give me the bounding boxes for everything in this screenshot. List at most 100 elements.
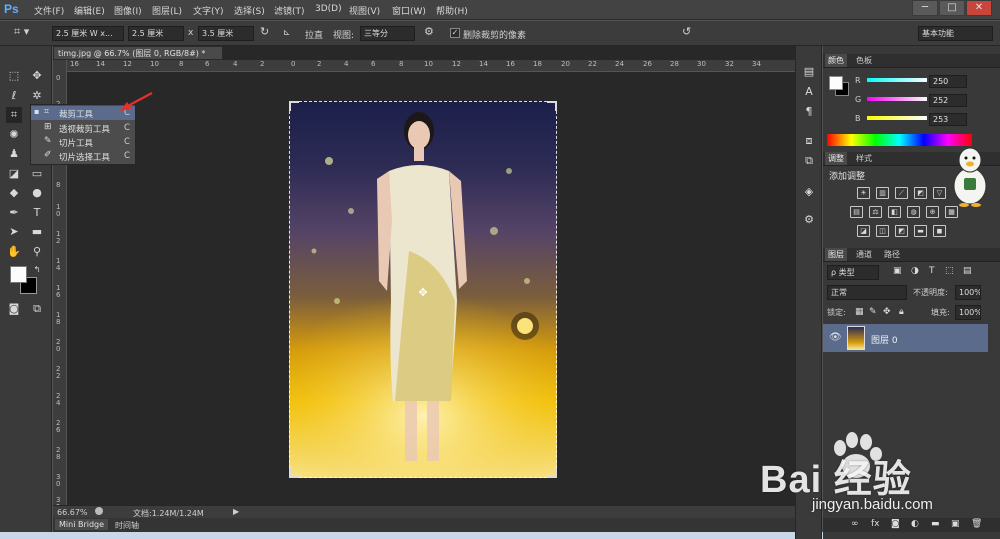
posterize-icon[interactable]: ◫ (876, 225, 889, 237)
lock-all-icon[interactable]: 🔒︎ (899, 307, 904, 317)
eraser-tool-icon[interactable]: ◪ (6, 166, 22, 182)
crop-height-input[interactable]: 3.5 厘米 (198, 26, 254, 41)
screen-mode-icon[interactable]: ⧉ (29, 301, 45, 317)
crop-handle[interactable] (547, 101, 557, 111)
menu-layer[interactable]: 图层(L) (152, 4, 182, 17)
foreground-color-swatch[interactable] (10, 266, 27, 283)
threshold-icon[interactable]: ◩ (895, 225, 908, 237)
opacity-input[interactable]: 100% (955, 285, 981, 300)
photo-filter-icon[interactable]: ◍ (907, 206, 920, 218)
tab-styles[interactable]: 样式 (853, 152, 875, 165)
tab-timeline[interactable]: 时间轴 (111, 519, 143, 532)
fill-input[interactable]: 100% (955, 305, 981, 320)
menu-edit[interactable]: 编辑(E) (74, 4, 105, 17)
curves-icon[interactable]: ⟋ (895, 187, 908, 199)
lock-position-icon[interactable]: ✥ (883, 307, 891, 317)
menu-select[interactable]: 选择(S) (234, 4, 265, 17)
add-mask-icon[interactable]: ◙ (891, 519, 900, 529)
filter-adjust-icon[interactable]: ◑ (911, 266, 919, 276)
character-panel-icon[interactable]: A (801, 84, 817, 100)
lock-image-icon[interactable]: ✎ (869, 307, 877, 317)
workspace-select[interactable]: 基本功能 (918, 26, 993, 41)
hue-icon[interactable]: ▤ (850, 206, 863, 218)
status-info-icon[interactable] (95, 507, 103, 515)
menu-type[interactable]: 文字(Y) (193, 4, 224, 17)
shape-tool-icon[interactable]: ▬ (29, 224, 45, 240)
document-tab[interactable]: timg.jpg @ 66.7% (图层 0, RGB/8#) * (53, 46, 223, 60)
crop-ratio-select[interactable]: 2.5 厘米 W x... (52, 26, 124, 41)
magic-wand-tool-icon[interactable]: ✲ (29, 88, 45, 104)
levels-icon[interactable]: ▥ (876, 187, 889, 199)
quick-mask-icon[interactable]: ◙ (6, 301, 22, 317)
invert-icon[interactable]: ◪ (857, 225, 870, 237)
filter-pixel-icon[interactable]: ▣ (893, 266, 902, 276)
gradient-tool-icon[interactable]: ▭ (29, 166, 45, 182)
crop-tool-icon[interactable]: ⌗ (6, 107, 22, 123)
straighten-button[interactable]: 拉直 (305, 28, 323, 41)
exposure-icon[interactable]: ◩ (914, 187, 927, 199)
straighten-icon[interactable]: ⊾ (283, 28, 291, 38)
close-button[interactable]: ✕ (966, 0, 992, 16)
new-group-icon[interactable]: ▬ (931, 519, 940, 529)
channel-g-input[interactable]: 252 (929, 94, 967, 107)
clone-panel-icon[interactable]: ⧉ (801, 153, 817, 169)
tab-swatches[interactable]: 色板 (853, 54, 875, 67)
hand-tool-icon[interactable]: ✋ (6, 244, 22, 260)
channel-b-input[interactable]: 253 (929, 113, 967, 126)
gear-icon[interactable]: ⚙ (424, 25, 434, 38)
zoom-level[interactable]: 66.67% (57, 508, 88, 517)
menu-image[interactable]: 图像(I) (114, 4, 142, 17)
layer-name[interactable]: 图层 0 (871, 333, 898, 346)
swap-dimensions-icon[interactable]: ↻ (260, 25, 269, 38)
flyout-item-slice-select[interactable]: ✐ 切片选择工具 C (31, 149, 135, 163)
filter-shape-icon[interactable]: ⬚ (945, 266, 954, 276)
lock-transparent-icon[interactable]: ▦ (855, 307, 864, 317)
swap-colors-icon[interactable]: ↰ (29, 262, 45, 278)
marquee-tool-icon[interactable]: ⬚ (6, 68, 22, 84)
filter-type-icon[interactable]: T (929, 266, 935, 276)
filter-smart-icon[interactable]: ▤ (963, 266, 972, 276)
maximize-button[interactable]: □ (939, 0, 965, 16)
tab-layers[interactable]: 图层 (825, 248, 847, 261)
crop-tool-preset-icon[interactable]: ⌗ ▾ (14, 25, 29, 39)
type-tool-icon[interactable]: T (29, 205, 45, 221)
tab-color[interactable]: 颜色 (825, 54, 847, 67)
path-select-tool-icon[interactable]: ➤ (6, 224, 22, 240)
flyout-item-slice[interactable]: ✎ 切片工具 C (31, 135, 135, 149)
menu-help[interactable]: 帮助(H) (436, 4, 468, 17)
overlay-view-select[interactable]: 三等分 (360, 26, 415, 41)
3d-panel-icon[interactable]: ◈ (801, 184, 817, 200)
menu-file[interactable]: 文件(F) (34, 4, 64, 17)
channel-r-input[interactable]: 250 (929, 75, 967, 88)
layer-row[interactable]: 👁︎ 图层 0 (823, 324, 988, 352)
blend-mode-select[interactable]: 正常 (827, 285, 907, 300)
status-arrow-icon[interactable]: ▶ (233, 507, 239, 516)
tab-mini-bridge[interactable]: Mini Bridge (55, 519, 109, 530)
new-fill-icon[interactable]: ◐ (911, 519, 919, 529)
crop-handle[interactable] (289, 101, 299, 111)
channel-g-slider[interactable] (867, 97, 927, 101)
paragraph-panel-icon[interactable]: ¶ (801, 104, 817, 120)
reset-icon[interactable]: ↺ (682, 25, 691, 38)
brush-panel-icon[interactable]: ⧈ (801, 133, 817, 149)
tab-channels[interactable]: 通道 (853, 248, 875, 261)
tab-paths[interactable]: 路径 (881, 248, 903, 261)
dodge-tool-icon[interactable]: ● (29, 185, 45, 201)
crop-center-icon[interactable]: ✥ (417, 287, 429, 299)
stamp-tool-icon[interactable]: ♟ (6, 146, 22, 162)
trash-icon[interactable]: 🗑︎ (971, 519, 982, 529)
channel-b-slider[interactable] (867, 116, 927, 120)
healing-tool-icon[interactable]: ✺ (6, 127, 22, 143)
flyout-item-perspective-crop[interactable]: ⊞ 透视裁剪工具 C (31, 121, 135, 135)
minimize-button[interactable]: ─ (912, 0, 938, 16)
channel-r-slider[interactable] (867, 78, 927, 82)
menu-filter[interactable]: 滤镜(T) (274, 4, 305, 17)
menu-view[interactable]: 视图(V) (349, 4, 380, 17)
move-tool-icon[interactable]: ✥ (29, 68, 45, 84)
crop-handle[interactable] (289, 468, 299, 478)
blur-tool-icon[interactable]: ◆ (6, 185, 22, 201)
menu-window[interactable]: 窗口(W) (392, 4, 426, 17)
black-white-icon[interactable]: ◧ (888, 206, 901, 218)
delete-pixels-checkbox[interactable]: ✓ (450, 28, 460, 38)
layer-filter-select[interactable]: ρ 类型 (827, 265, 879, 280)
